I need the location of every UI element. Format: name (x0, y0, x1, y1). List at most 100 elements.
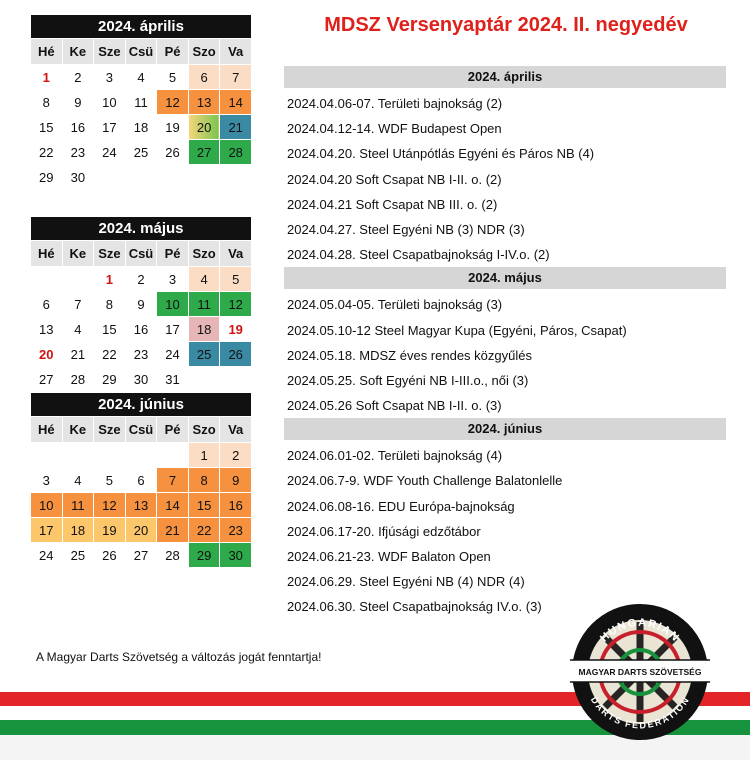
day-cell: 23 (61, 139, 95, 165)
day-cell: 22 (30, 139, 63, 165)
day-cell: 3 (156, 266, 189, 292)
day-cell: 28 (156, 542, 189, 568)
day-cell: 12 (219, 291, 252, 317)
calendar-april: 2024. április Hé Ke Sze Csü Pé Szo Va 1 … (30, 14, 252, 190)
day-cell: 13 (187, 89, 221, 115)
day-cell: 26 (156, 139, 189, 165)
day-cell: 20 (124, 517, 158, 543)
day-cell: 7 (61, 291, 95, 317)
day-cell: 19 (219, 316, 252, 342)
day-cell: 25 (124, 139, 158, 165)
day-cell: 22 (93, 341, 126, 367)
weekday-label: Pé (156, 38, 189, 65)
weekday-label: Hé (30, 38, 63, 65)
day-cell: 25 (61, 542, 95, 568)
day-cell: 6 (124, 467, 158, 493)
day-cell-empty (187, 164, 221, 190)
day-cell-empty (156, 164, 189, 190)
day-cell: 12 (93, 492, 126, 518)
day-cell: 27 (124, 542, 158, 568)
day-cell: 7 (219, 64, 252, 90)
weekday-label: Ke (61, 240, 95, 267)
day-cell: 21 (61, 341, 95, 367)
weekday-label: Hé (30, 240, 63, 267)
day-cell-empty (30, 442, 63, 468)
event-item: 2024.06.17-20. Ifjúsági edzőtábor (287, 523, 481, 539)
day-cell-empty (187, 366, 221, 392)
day-cell: 10 (93, 89, 126, 115)
day-cell: 9 (219, 467, 252, 493)
day-cell: 29 (93, 366, 126, 392)
day-cell: 1 (93, 266, 126, 292)
day-cell: 6 (30, 291, 63, 317)
day-cell: 29 (187, 542, 221, 568)
day-cell: 15 (30, 114, 63, 140)
weekday-label: Szo (187, 416, 221, 443)
day-cell: 8 (187, 467, 221, 493)
day-cell: 1 (187, 442, 221, 468)
day-cell-empty (93, 164, 126, 190)
day-cell: 2 (61, 64, 95, 90)
day-cell: 28 (219, 139, 252, 165)
day-cell: 23 (219, 517, 252, 543)
day-cell: 26 (219, 341, 252, 367)
day-cell: 24 (30, 542, 63, 568)
event-item: 2024.06.29. Steel Egyéni NB (4) NDR (4) (287, 574, 525, 590)
day-cell: 26 (93, 542, 126, 568)
event-item: 2024.04.21 Soft Csapat NB III. o. (2) (287, 196, 498, 212)
day-cell: 30 (61, 164, 95, 190)
calendar-month-header: 2024. június (30, 392, 252, 417)
day-cell: 15 (93, 316, 126, 342)
weekday-label: Csü (124, 416, 158, 443)
day-cell: 24 (93, 139, 126, 165)
event-item: 2024.04.27. Steel Egyéni NB (3) NDR (3) (287, 221, 525, 237)
event-item: 2024.05.26 Soft Csapat NB I-II. o. (3) (287, 398, 502, 414)
day-cell: 30 (219, 542, 252, 568)
day-cell: 5 (156, 64, 189, 90)
event-item: 2024.04.20. Steel Utánpótlás Egyéni és P… (287, 146, 595, 162)
day-cell: 1 (30, 64, 63, 90)
day-cell: 12 (156, 89, 189, 115)
day-cell: 21 (156, 517, 189, 543)
weekday-label: Pé (156, 416, 189, 443)
event-item: 2024.06.08-16. EDU Európa-bajnokság (287, 498, 515, 514)
day-cell: 8 (93, 291, 126, 317)
day-cell: 17 (156, 316, 189, 342)
event-item: 2024.05.10-12 Steel Magyar Kupa (Egyéni,… (287, 322, 627, 338)
day-cell-empty (30, 266, 63, 292)
day-cell: 11 (124, 89, 158, 115)
day-cell: 10 (156, 291, 189, 317)
day-cell: 7 (156, 467, 189, 493)
dartboard-logo-icon: HUNGARIAN DARTS FEDERATION MAGYAR DARTS … (570, 604, 710, 740)
day-cell: 9 (61, 89, 95, 115)
calendar-month-header: 2024. április (30, 14, 252, 39)
day-cell: 16 (124, 316, 158, 342)
day-cell: 19 (156, 114, 189, 140)
day-cell: 18 (61, 517, 95, 543)
event-item: 2024.05.04-05. Területi bajnokság (3) (287, 297, 503, 313)
day-cell: 23 (124, 341, 158, 367)
day-cell: 27 (30, 366, 63, 392)
logo-banner-text: MAGYAR DARTS SZÖVETSÉG (579, 667, 702, 677)
day-cell: 2 (219, 442, 252, 468)
day-cell: 5 (93, 467, 126, 493)
day-cell-empty (219, 164, 252, 190)
day-cell: 13 (124, 492, 158, 518)
day-cell: 21 (219, 114, 252, 140)
day-cell: 30 (124, 366, 158, 392)
day-cell: 19 (93, 517, 126, 543)
day-cell: 18 (187, 316, 221, 342)
weekday-label: Ke (61, 38, 95, 65)
event-list: 2024. április 2024.04.06-07. Területi ba… (284, 66, 726, 620)
day-cell: 18 (124, 114, 158, 140)
day-cell-empty (61, 266, 95, 292)
event-item: 2024.06.01-02. Területi bajnokság (4) (287, 448, 503, 464)
day-cell: 24 (156, 341, 189, 367)
day-cell: 16 (219, 492, 252, 518)
day-cell: 29 (30, 164, 63, 190)
weekday-label: Sze (93, 416, 126, 443)
weekday-label: Csü (124, 38, 158, 65)
day-cell: 20 (30, 341, 63, 367)
day-cell: 9 (124, 291, 158, 317)
day-cell: 8 (30, 89, 63, 115)
